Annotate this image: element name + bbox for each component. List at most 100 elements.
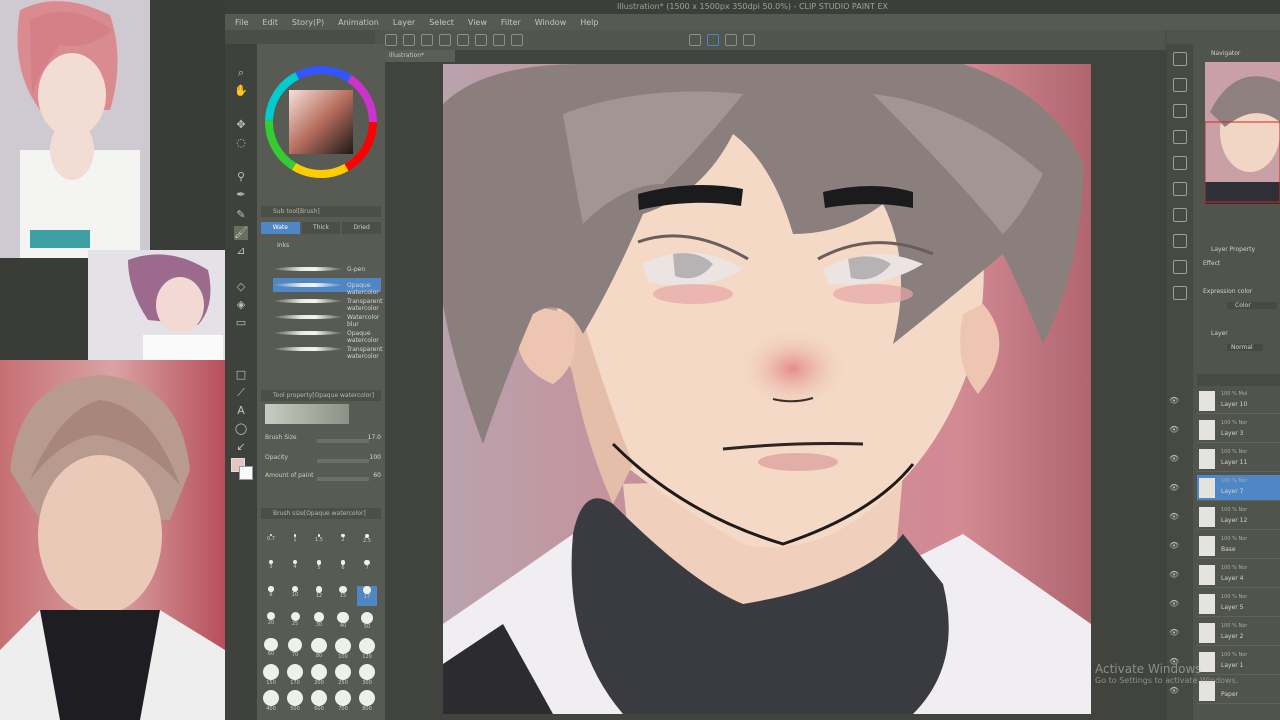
lasso-icon[interactable]: ◌ [234, 136, 248, 150]
brush-size-preset[interactable]: 800 [357, 690, 377, 712]
layer-row[interactable]: 👁 100 % Nor Layer 5 [1169, 591, 1280, 617]
tab-dried[interactable]: Dried [342, 222, 382, 234]
eye-icon[interactable]: 👁 [1169, 541, 1179, 550]
brush-size-preset[interactable]: 30 [309, 612, 329, 632]
amount-of-paint-row[interactable]: Amount of paint 60 [265, 472, 381, 485]
layer-row[interactable]: 👁 100 % Nor Layer 12 [1169, 504, 1280, 530]
brush-transparent-watercolor-2[interactable]: Transparent watercolor [273, 342, 383, 360]
menu-file[interactable]: File [235, 18, 248, 27]
transform-icon[interactable] [493, 34, 505, 46]
brush-size-preset[interactable]: 70 [285, 638, 305, 658]
blend-mode-select[interactable]: Normal [1227, 344, 1263, 351]
opacity-slider[interactable] [317, 459, 369, 463]
auto-actions-icon[interactable] [1173, 208, 1187, 222]
artwork-canvas[interactable] [443, 64, 1091, 714]
brush-size-preset[interactable]: 15 [333, 586, 353, 606]
canvas-tab[interactable]: Illustration* [385, 50, 455, 62]
brush-size-preset[interactable]: 100 [333, 638, 353, 660]
sub-view-icon[interactable] [1173, 130, 1187, 144]
timeline-icon[interactable] [1173, 260, 1187, 274]
brush-size-preset[interactable]: 120 [357, 638, 377, 660]
brush-size-preset[interactable]: 1 [285, 534, 305, 554]
layer-row[interactable]: 👁 100 % Nor Layer 3 [1169, 417, 1280, 443]
amount-of-paint-slider[interactable] [317, 477, 369, 481]
history-icon[interactable] [1173, 182, 1187, 196]
airbrush-icon[interactable]: ⊿ [234, 244, 248, 258]
menu-view[interactable]: View [468, 18, 487, 27]
snap-ruler-icon[interactable] [689, 34, 701, 46]
layer-row[interactable]: 👁 100 % Nor Layer 7 [1169, 475, 1280, 501]
brush-size-preset[interactable]: 17 [357, 586, 377, 606]
eye-icon[interactable]: 👁 [1169, 570, 1179, 579]
eye-icon[interactable]: 👁 [1169, 628, 1179, 637]
color-set-icon[interactable] [1173, 286, 1187, 300]
eye-icon[interactable]: 👁 [1169, 425, 1179, 434]
brush-size-preset[interactable]: 3 [261, 560, 281, 580]
brush-size-preset[interactable]: 25 [285, 612, 305, 632]
brush-transparent-watercolor[interactable]: Transparent watercolor [273, 294, 383, 312]
redo-icon[interactable] [457, 34, 469, 46]
sub-tool-group[interactable]: Inks [277, 242, 289, 249]
eyedropper-icon[interactable]: ⚲ [234, 170, 248, 184]
hand-icon[interactable]: ✋ [234, 84, 248, 98]
ruler-icon[interactable]: ⟋ [234, 386, 248, 400]
color-wheel[interactable] [263, 64, 379, 180]
brush-size-preset[interactable]: 300 [357, 664, 377, 686]
brush-size-preset[interactable]: 6 [333, 560, 353, 580]
menu-select[interactable]: Select [429, 18, 454, 27]
zoom-icon[interactable]: ⌕ [234, 66, 248, 80]
eye-icon[interactable]: 👁 [1169, 454, 1179, 463]
menu-edit[interactable]: Edit [262, 18, 278, 27]
figure-icon[interactable]: □ [234, 368, 248, 382]
tab-thick[interactable]: Thick [301, 222, 341, 234]
undo-icon[interactable] [439, 34, 451, 46]
brush-size-slider[interactable] [317, 439, 369, 443]
eraser-icon[interactable]: ◇ [234, 280, 248, 294]
menu-window[interactable]: Window [535, 18, 567, 27]
brush-size-preset[interactable]: 600 [309, 690, 329, 712]
brush-size-preset[interactable]: 80 [309, 638, 329, 659]
brush-size-preset[interactable]: 40 [333, 612, 353, 632]
pencil-icon[interactable]: ✎ [234, 208, 248, 222]
snap-perspective-icon[interactable] [743, 34, 755, 46]
brush-size-preset[interactable]: 250 [333, 664, 353, 686]
eye-icon[interactable]: 👁 [1169, 396, 1179, 405]
move-icon[interactable]: ✥ [234, 118, 248, 132]
brush-opaque-watercolor-2[interactable]: Opaque watercolor [273, 326, 381, 344]
layer-row[interactable]: 👁 100 % Nor Layer 4 [1169, 562, 1280, 588]
brush-size-preset[interactable]: 8 [261, 586, 281, 606]
brush-size-preset[interactable]: 10 [285, 586, 305, 606]
brush-size-preset[interactable]: 5 [309, 560, 329, 580]
text-icon[interactable]: A [234, 404, 248, 418]
brush-size-preset[interactable]: 2 [333, 534, 353, 554]
new-icon[interactable] [385, 34, 397, 46]
canvas-area[interactable]: Illustration* [385, 50, 1167, 720]
brush-size-preset[interactable]: 200 [309, 664, 329, 686]
item-bank-icon[interactable] [1173, 234, 1187, 248]
navigator-preview[interactable] [1205, 62, 1280, 204]
menu-story[interactable]: Story(P) [292, 18, 324, 27]
clear-icon[interactable] [475, 34, 487, 46]
brush-size-row[interactable]: Brush Size 17.0 [265, 434, 381, 447]
pen-icon[interactable]: ✒ [234, 188, 248, 202]
brush-size-preset[interactable]: 0.7 [261, 534, 281, 554]
expression-color-select[interactable]: Color [1227, 302, 1277, 309]
brush-size-preset[interactable]: 4 [285, 560, 305, 580]
brush-watercolor-blur[interactable]: Watercolor blur [273, 310, 381, 328]
opacity-row[interactable]: Opacity 100 [265, 454, 381, 467]
brush-opaque-watercolor[interactable]: Opaque watercolor [273, 278, 381, 296]
brush-icon[interactable]: 🖌 [234, 226, 248, 240]
snap-grid-icon[interactable] [725, 34, 737, 46]
save-icon[interactable] [421, 34, 433, 46]
menu-help[interactable]: Help [580, 18, 598, 27]
brush-size-preset[interactable]: 12 [309, 586, 329, 606]
open-icon[interactable] [403, 34, 415, 46]
brush-size-preset[interactable]: 20 [261, 612, 281, 632]
eye-icon[interactable]: 👁 [1169, 512, 1179, 521]
search-icon[interactable] [1173, 52, 1187, 66]
brush-size-preset[interactable]: 150 [261, 664, 281, 686]
brush-size-preset[interactable]: 2.5 [357, 534, 377, 554]
menu-layer[interactable]: Layer [393, 18, 415, 27]
layer-row[interactable]: 👁 100 % Nor Base [1169, 533, 1280, 559]
tab-wate[interactable]: Wate [261, 222, 300, 234]
